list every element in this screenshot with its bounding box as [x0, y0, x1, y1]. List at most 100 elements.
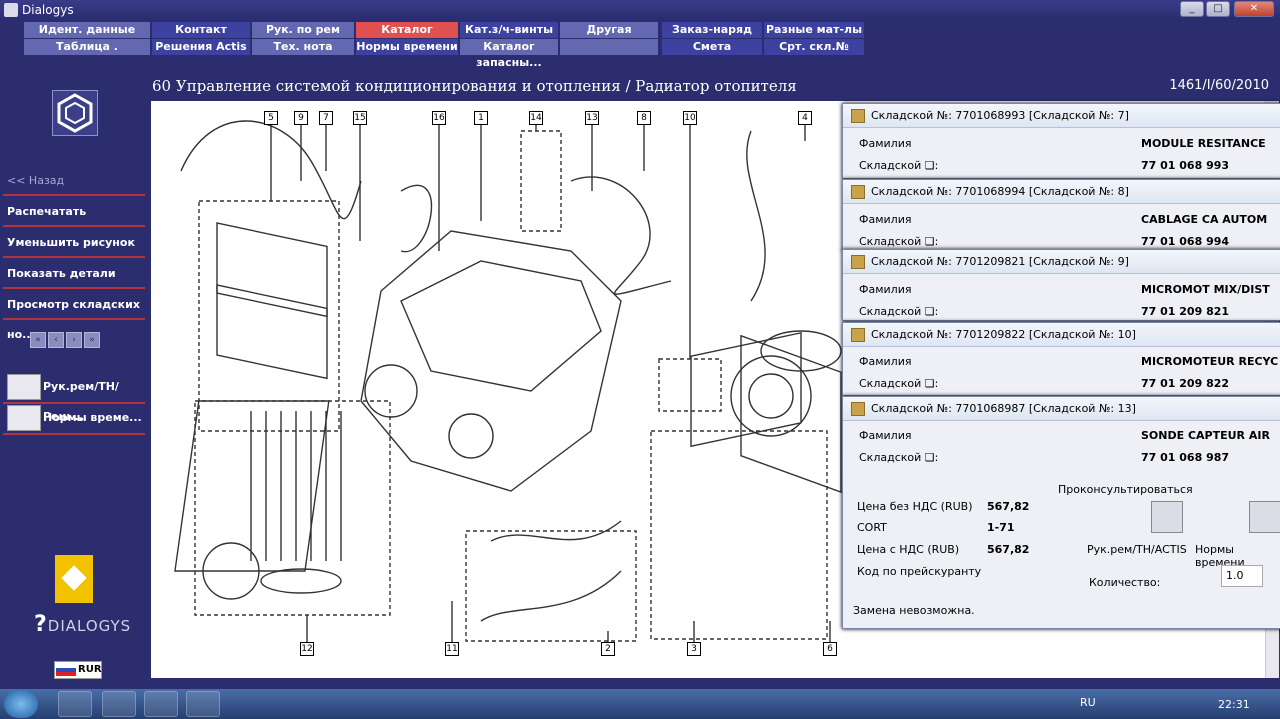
- repair-manual-tool[interactable]: Рук.рем/ТН/Реш....: [3, 372, 145, 423]
- callout-6[interactable]: 6: [823, 642, 837, 656]
- stock-number: 77 01 209 821: [1141, 305, 1230, 318]
- java-icon: [851, 255, 865, 269]
- stock-label: Складской ❏:: [859, 159, 939, 172]
- show-details-button[interactable]: Показать детали: [3, 259, 145, 289]
- name-label: Фамилия: [859, 429, 912, 442]
- last-page-icon[interactable]: »: [84, 332, 100, 348]
- menu-other[interactable]: Другая: [560, 22, 658, 38]
- part-popup-13[interactable]: Складской №: 7701068987 [Складской №: 13…: [842, 396, 1280, 629]
- callout-10[interactable]: 10: [683, 111, 697, 125]
- repair-manual-icon[interactable]: [1151, 501, 1183, 533]
- callout-7[interactable]: 7: [319, 111, 333, 125]
- callout-14[interactable]: 14: [529, 111, 543, 125]
- time-norms-tool[interactable]: Нормы време...: [3, 403, 145, 435]
- part-name: MICROMOTEUR RECYC: [1141, 355, 1279, 368]
- start-button[interactable]: [4, 690, 38, 718]
- price-vat-label: Цена с НДС (RUB): [857, 543, 960, 556]
- view-stock-numbers-button[interactable]: Просмотр складских но...: [3, 290, 145, 341]
- currency-selector[interactable]: RUR: [54, 661, 102, 679]
- part-popup-7[interactable]: Складской №: 7701068993 [Складской №: 7]…: [842, 103, 1280, 179]
- gauge-icon: [7, 405, 41, 431]
- popup-title[interactable]: Складской №: 7701068987 [Складской №: 13…: [843, 397, 1280, 421]
- first-page-icon[interactable]: «: [30, 332, 46, 348]
- callout-15[interactable]: 15: [353, 111, 367, 125]
- part-name: MODULE RESITANCE: [1141, 137, 1266, 150]
- time-norms-icon[interactable]: [1249, 501, 1280, 533]
- hexagon-logo-icon: [52, 90, 98, 136]
- clock[interactable]: 22:31: [1218, 698, 1250, 711]
- callout-12[interactable]: 12: [300, 642, 314, 656]
- callout-2[interactable]: 2: [601, 642, 615, 656]
- callout-1[interactable]: 1: [474, 111, 488, 125]
- close-button[interactable]: ✕: [1234, 1, 1274, 17]
- menu-stock-number[interactable]: Срт. скл.№: [764, 39, 864, 55]
- menu-parts-screws[interactable]: Кат.з/ч-винты: [460, 22, 558, 38]
- menu-misc-materials[interactable]: Разные мат-лы: [764, 22, 864, 38]
- java-icon: [851, 185, 865, 199]
- print-button[interactable]: Распечатать: [3, 197, 145, 227]
- zoom-out-button[interactable]: Уменьшить рисунок: [3, 228, 145, 258]
- window-title: Dialogys: [22, 3, 74, 17]
- callout-5[interactable]: 5: [264, 111, 278, 125]
- menu-time-norms[interactable]: Нормы времени: [356, 39, 458, 55]
- menu-work-order[interactable]: Заказ-наряд: [662, 22, 762, 38]
- stock-label: Складской ❏:: [859, 377, 939, 390]
- renault-logo: [55, 555, 93, 603]
- menu-spare-catalog[interactable]: Каталог запасны...: [460, 39, 558, 69]
- folder-icon[interactable]: [102, 691, 136, 717]
- callout-11[interactable]: 11: [445, 642, 459, 656]
- java-icon: [851, 402, 865, 416]
- prev-page-icon[interactable]: ‹: [48, 332, 64, 348]
- language-indicator[interactable]: RU: [1080, 696, 1096, 709]
- replacement-note: Замена невозможна.: [853, 604, 975, 617]
- window-title-bar: Dialogys _ □ ✕: [0, 0, 1280, 20]
- name-label: Фамилия: [859, 283, 912, 296]
- callout-3[interactable]: 3: [687, 642, 701, 656]
- cort-value: 1-71: [987, 521, 1015, 534]
- menu-parts-catalog[interactable]: Каталог запчастей: [356, 22, 458, 52]
- callout-16[interactable]: 16: [432, 111, 446, 125]
- popup-title[interactable]: Складской №: 7701209822 [Складской №: 10…: [843, 323, 1280, 347]
- minimize-button[interactable]: _: [1180, 1, 1204, 17]
- stock-label: Складской ❏:: [859, 305, 939, 318]
- repair-manual-link[interactable]: Рук.рем/TH/ACTIS: [1087, 543, 1187, 556]
- callout-8[interactable]: 8: [637, 111, 651, 125]
- menu-empty[interactable]: [560, 39, 658, 55]
- name-label: Фамилия: [859, 137, 912, 150]
- price-no-vat: 567,82: [987, 500, 1030, 513]
- callout-4[interactable]: 4: [798, 111, 812, 125]
- part-popup-9[interactable]: Складской №: 7701209821 [Складской №: 9]…: [842, 249, 1280, 321]
- callout-9[interactable]: 9: [294, 111, 308, 125]
- popup-title[interactable]: Складской №: 7701209821 [Складской №: 9]: [843, 250, 1280, 274]
- back-link[interactable]: << Назад: [3, 166, 145, 196]
- media-player-icon[interactable]: [144, 691, 178, 717]
- popup-title[interactable]: Складской №: 7701068993 [Складской №: 7]: [843, 104, 1280, 128]
- russia-flag-icon: [56, 664, 76, 676]
- quantity-input[interactable]: 1.0: [1221, 565, 1263, 587]
- menu-repair-manual[interactable]: Рук. по рем: [252, 22, 354, 38]
- time-norms-label: Нормы време...: [43, 411, 142, 424]
- maximize-button[interactable]: □: [1206, 1, 1230, 17]
- name-label: Фамилия: [859, 213, 912, 226]
- java-icon: [851, 328, 865, 342]
- menu-table[interactable]: Таблица .: [24, 39, 150, 55]
- price-no-vat-label: Цена без НДС (RUB): [857, 500, 973, 513]
- stock-label: Складской ❏:: [859, 235, 939, 248]
- popup-title[interactable]: Складской №: 7701068994 [Складской №: 8]: [843, 180, 1280, 204]
- firefox-icon[interactable]: [58, 691, 92, 717]
- cort-label: CORT: [857, 521, 887, 534]
- part-popup-8[interactable]: Складской №: 7701068994 [Складской №: 8]…: [842, 179, 1280, 251]
- menu-contact[interactable]: Контакт: [152, 22, 250, 38]
- menu-estimate[interactable]: Смета: [662, 39, 762, 55]
- menu-actis-solutions[interactable]: Решения Actis: [152, 39, 250, 55]
- part-popup-10[interactable]: Складской №: 7701209822 [Складской №: 10…: [842, 322, 1280, 396]
- java-app-icon[interactable]: [186, 691, 220, 717]
- stock-number: 77 01 068 987: [1141, 451, 1230, 464]
- menu-tech-note[interactable]: Тех. нота: [252, 39, 354, 55]
- stock-number: 77 01 068 993: [1141, 159, 1230, 172]
- next-page-icon[interactable]: ›: [66, 332, 82, 348]
- callout-13[interactable]: 13: [585, 111, 599, 125]
- menu-ident-data[interactable]: Идент. данные: [24, 22, 150, 38]
- stock-number: 77 01 209 822: [1141, 377, 1230, 390]
- wrench-icon: [7, 374, 41, 400]
